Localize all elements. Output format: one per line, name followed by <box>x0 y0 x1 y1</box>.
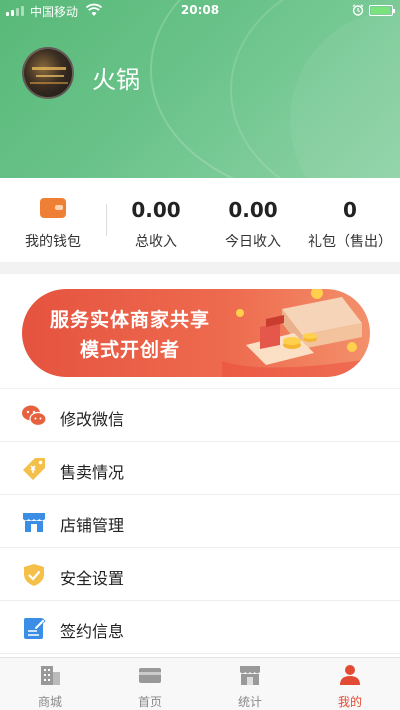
tab-label: 商城 <box>37 695 62 709</box>
gift-pack-value: 0 <box>343 198 357 222</box>
menu-item-edit-wechat[interactable]: 修改微信 <box>0 389 400 442</box>
tab-bar: 商城 首页 统计 我的 <box>0 657 400 710</box>
contract-icon <box>24 618 46 639</box>
menu-label: 售卖情况 <box>60 463 125 482</box>
shop-icon <box>240 666 260 685</box>
status-bar: 中国移动 20:08 <box>0 0 400 22</box>
tab-label: 首页 <box>137 695 162 709</box>
building-icon <box>41 666 60 685</box>
store-icon <box>23 513 45 532</box>
menu-item-store-management[interactable]: 店铺管理 <box>0 495 400 548</box>
total-income-value: 0.00 <box>131 198 181 222</box>
wechat-icon <box>22 405 47 427</box>
tab-mine[interactable]: 我的 <box>300 658 400 710</box>
profile-header: 中国移动 20:08 火锅 <box>0 0 400 178</box>
tab-mall[interactable]: 商城 <box>0 658 100 710</box>
total-income: 0.00 总收入 <box>106 178 206 262</box>
price-tag-icon <box>23 458 45 480</box>
tab-home[interactable]: 首页 <box>100 658 200 710</box>
banner-illustration <box>222 289 370 377</box>
battery-icon <box>369 5 395 16</box>
shield-icon <box>24 564 44 586</box>
banner-line1: 服务实体商家共享 <box>50 309 211 331</box>
today-income-value: 0.00 <box>228 198 278 222</box>
tab-label: 我的 <box>337 695 362 709</box>
stats-panel: 我的钱包 0.00 总收入 0.00 今日收入 0 礼包（售出） <box>0 178 400 262</box>
menu-label: 安全设置 <box>60 569 125 588</box>
card-icon <box>139 668 161 683</box>
tab-statistics[interactable]: 统计 <box>200 658 300 710</box>
menu-label: 签约信息 <box>60 622 125 641</box>
banner-section: 服务实体商家共享 模式开创者 <box>0 274 400 388</box>
tab-label: 统计 <box>237 695 262 709</box>
gift-pack-label: 礼包（售出） <box>308 234 392 250</box>
menu-item-contract-info[interactable]: 签约信息 <box>0 601 400 654</box>
menu-list: 修改微信 售卖情况 店铺管理 安全设置 签约信息 <box>0 389 400 657</box>
username: 火锅 <box>92 66 140 94</box>
my-wallet[interactable]: 我的钱包 <box>0 178 106 262</box>
gift-pack-sold: 0 礼包（售出） <box>300 178 400 262</box>
alarm-icon <box>352 4 364 16</box>
promo-banner[interactable]: 服务实体商家共享 模式开创者 <box>22 289 370 377</box>
avatar[interactable] <box>22 47 74 99</box>
menu-label: 修改微信 <box>60 410 125 429</box>
menu-item-sales-status[interactable]: 售卖情况 <box>0 442 400 495</box>
wallet-icon <box>40 198 66 218</box>
user-icon <box>340 665 360 685</box>
menu-item-security-settings[interactable]: 安全设置 <box>0 548 400 601</box>
today-income: 0.00 今日收入 <box>203 178 303 262</box>
clock: 20:08 <box>180 3 220 17</box>
today-income-label: 今日收入 <box>225 234 281 250</box>
menu-label: 店铺管理 <box>60 516 125 535</box>
total-income-label: 总收入 <box>135 234 177 250</box>
banner-line2: 模式开创者 <box>80 339 181 361</box>
wallet-label: 我的钱包 <box>25 234 81 250</box>
